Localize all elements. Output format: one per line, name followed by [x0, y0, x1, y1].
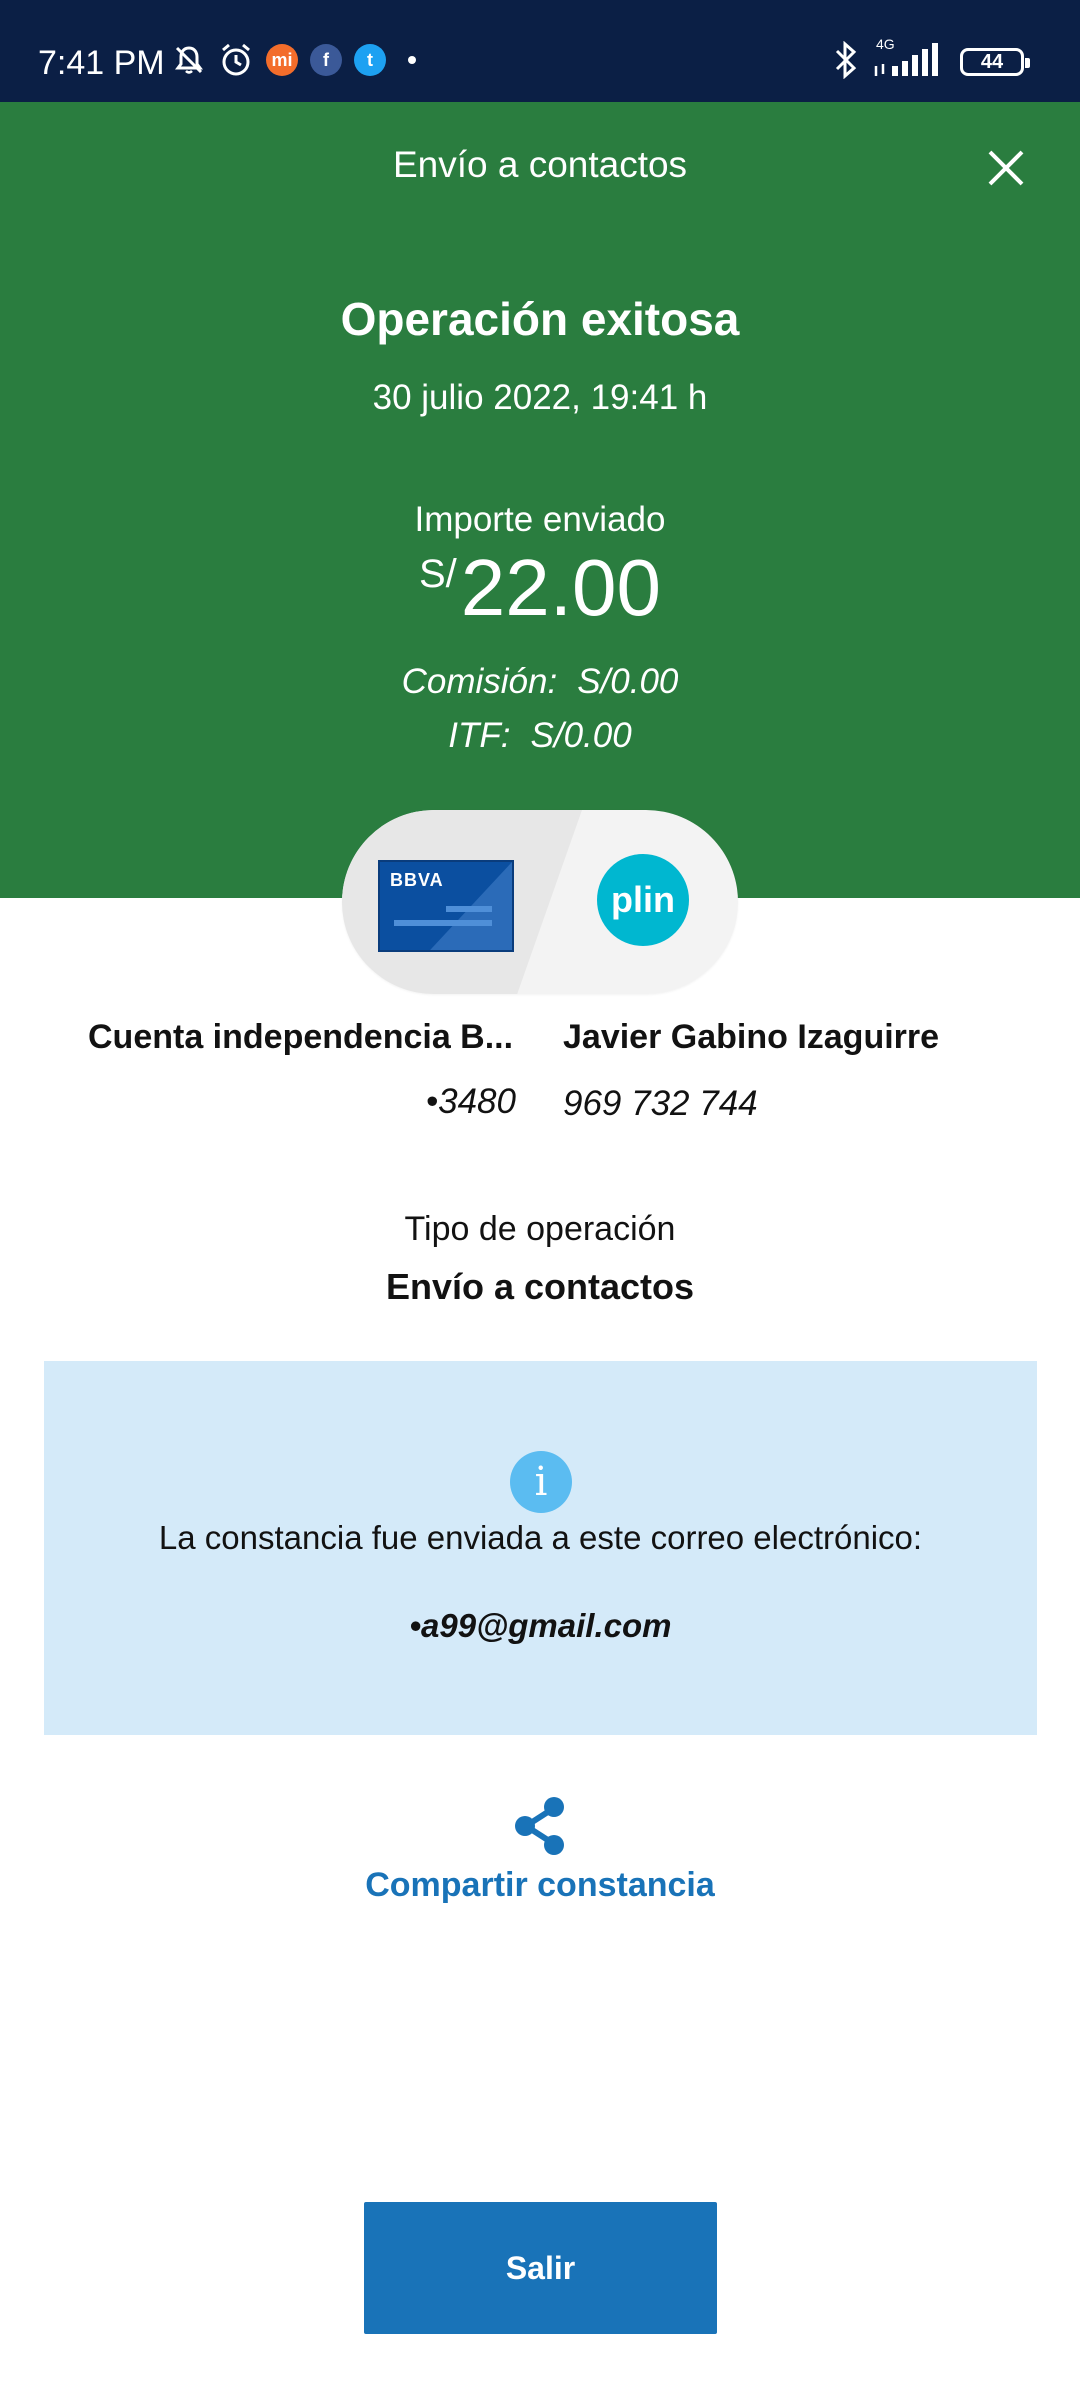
- battery-level: 44: [980, 50, 1004, 73]
- signal-icon: 4G: [872, 36, 940, 78]
- bbva-logo: BBVA: [390, 870, 444, 890]
- amount-value: 22.00: [460, 543, 661, 632]
- itf-row: ITF: S/0.00: [0, 716, 1080, 756]
- success-header: Envío a contactos Operación exitosa 30 j…: [0, 102, 1080, 898]
- amount: S/22.00: [0, 542, 1080, 634]
- exit-button[interactable]: Salir: [364, 2202, 717, 2334]
- share-receipt-link[interactable]: Compartir constancia: [0, 1866, 1080, 1905]
- destination-phone: 969 732 744: [563, 1084, 758, 1123]
- mute-icon: [175, 46, 203, 74]
- operation-type-label: Tipo de operación: [404, 1210, 676, 1248]
- page-title: Envío a contactos: [392, 144, 688, 185]
- dot-icon: [408, 56, 416, 64]
- commission-value: S/0.00: [577, 662, 679, 701]
- bluetooth-icon: [835, 41, 857, 79]
- twitter-icon: t: [354, 44, 386, 76]
- status-time: 7:41 PM: [38, 44, 165, 82]
- itf-label: ITF:: [448, 716, 511, 755]
- notification-icons: mi f t: [172, 40, 416, 80]
- receipt-email: •a99@gmail.com: [409, 1607, 672, 1644]
- status-bar: 7:41 PM mi f t 4G 44: [0, 0, 1080, 102]
- system-icons: 4G: [834, 36, 940, 80]
- receipt-info-box: i La constancia fue enviada a este corre…: [44, 1361, 1037, 1735]
- itf-value: S/0.00: [530, 716, 632, 755]
- plin-logo-icon: plin: [597, 854, 689, 946]
- amount-label: Importe enviado: [414, 500, 666, 539]
- alarm-icon: [222, 43, 250, 76]
- commission-label: Comisión:: [401, 662, 558, 701]
- mi-icon: mi: [266, 44, 298, 76]
- transfer-pill: BBVA plin: [342, 810, 738, 994]
- share-icon[interactable]: [512, 1796, 568, 1856]
- operation-type-value: Envío a contactos: [385, 1266, 695, 1307]
- close-icon[interactable]: [980, 142, 1032, 194]
- origin-account-name: Cuenta independencia B...: [88, 1018, 514, 1056]
- bbva-card-icon: BBVA: [378, 860, 514, 952]
- destination-name: Javier Gabino Izaguirre: [563, 1018, 940, 1056]
- status-title: Operación exitosa: [340, 293, 740, 345]
- amount-currency: S/: [419, 552, 457, 596]
- commission-row: Comisión: S/0.00: [0, 662, 1080, 702]
- battery-icon: 44: [960, 48, 1030, 76]
- info-icon: i: [510, 1451, 572, 1513]
- origin-account-number: •3480: [425, 1082, 516, 1121]
- receipt-info-text: La constancia fue enviada a este correo …: [158, 1519, 923, 1556]
- facebook-icon: f: [310, 44, 342, 76]
- operation-datetime: 30 julio 2022, 19:41 h: [372, 378, 708, 417]
